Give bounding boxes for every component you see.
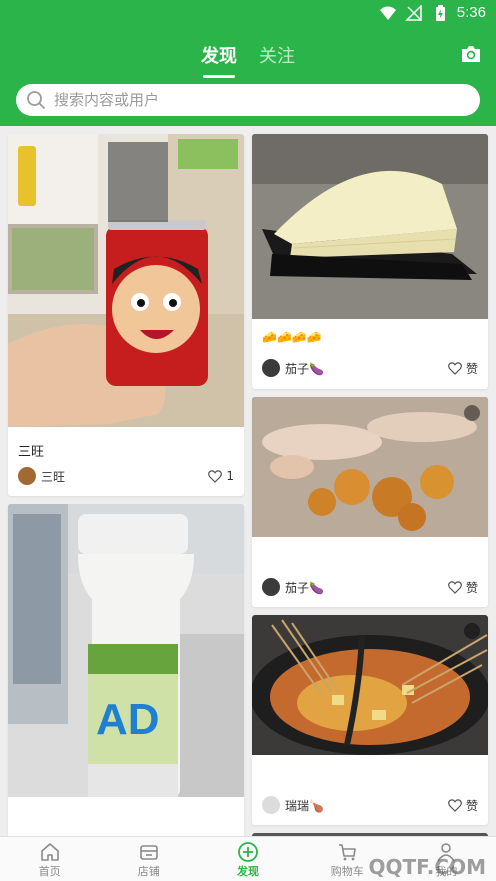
nav-label: 首页 [38,865,61,878]
cart-icon [339,844,357,861]
post-image: AD [8,504,244,797]
wifi-icon [379,6,396,20]
like-label: 赞 [465,361,478,376]
app-header: 5:36 发现 关注 [0,0,496,126]
heart-icon [448,798,462,812]
camera-icon[interactable] [460,44,482,64]
feed-card[interactable]: AD [8,504,244,836]
tab-discover[interactable]: 发现 [201,42,237,78]
post-meta: 三旺 1 [18,467,234,485]
search-bar[interactable] [16,84,480,116]
video-indicator-icon [464,623,480,639]
nav-discover[interactable]: 发现 [198,837,297,881]
battery-charging-icon [435,4,445,21]
post-image [252,397,488,537]
like-button[interactable]: 赞 [448,579,478,596]
status-time: 5:36 [456,4,486,21]
like-button[interactable]: 1 [208,469,234,483]
post-image [252,134,488,319]
tab-follow[interactable]: 关注 [259,42,295,76]
nav-label: 发现 [237,865,259,878]
author-name[interactable]: 瑞瑞🍗 [285,797,448,814]
nav-home[interactable]: 首页 [0,837,99,881]
heart-icon [448,361,462,375]
no-signal-icon [404,4,422,21]
like-label: 赞 [465,580,478,595]
nav-label: 店铺 [137,865,160,878]
post-meta: 茄子🍆 赞 [262,359,478,377]
feed-card[interactable]: 🧀🧀🧀🧀 茄子🍆 赞 [252,134,488,389]
discover-feed: 三旺 三旺 1 AD 🧀🧀🧀🧀 茄子🍆 赞 茄子🍆 赞 瑞瑞🍗 赞 [0,126,496,836]
status-bar: 5:36 [0,0,496,28]
like-button[interactable]: 赞 [448,797,478,814]
svg-text:AD: AD [96,695,160,744]
like-button[interactable]: 赞 [448,360,478,377]
feed-card[interactable]: 茄子🍆 赞 [252,397,488,607]
like-count: 1 [226,469,234,483]
post-image [8,134,244,427]
author-name[interactable]: 三旺 [41,468,208,485]
avatar[interactable] [18,467,36,485]
post-meta: 茄子🍆 赞 [262,578,478,596]
nav-store[interactable]: 店铺 [99,837,198,881]
like-label: 赞 [465,798,478,813]
post-caption: 🧀🧀🧀🧀 [262,330,322,344]
bottom-nav: 首页 店铺 发现 购物车 我的 QQTF.COM [0,836,496,881]
search-input[interactable] [54,91,454,109]
avatar[interactable] [262,578,280,596]
video-indicator-icon [464,405,480,421]
store-icon [139,845,158,860]
watermark: QQTF.COM [368,855,486,879]
feed-card[interactable]: 瑞瑞🍗 赞 [252,615,488,825]
nav-label: 购物车 [330,865,364,878]
feed-card[interactable]: 三旺 三旺 1 [8,134,244,496]
top-tabs: 发现 关注 [0,42,496,78]
author-name[interactable]: 茄子🍆 [285,579,448,596]
post-caption: 三旺 [18,445,45,460]
post-meta: 瑞瑞🍗 赞 [262,796,478,814]
home-icon [40,843,59,861]
search-icon [27,91,45,109]
avatar[interactable] [262,359,280,377]
heart-icon [448,580,462,594]
heart-icon [208,469,223,483]
plus-circle-icon [238,842,258,862]
avatar[interactable] [262,796,280,814]
author-name[interactable]: 茄子🍆 [285,360,448,377]
post-image [252,615,488,755]
